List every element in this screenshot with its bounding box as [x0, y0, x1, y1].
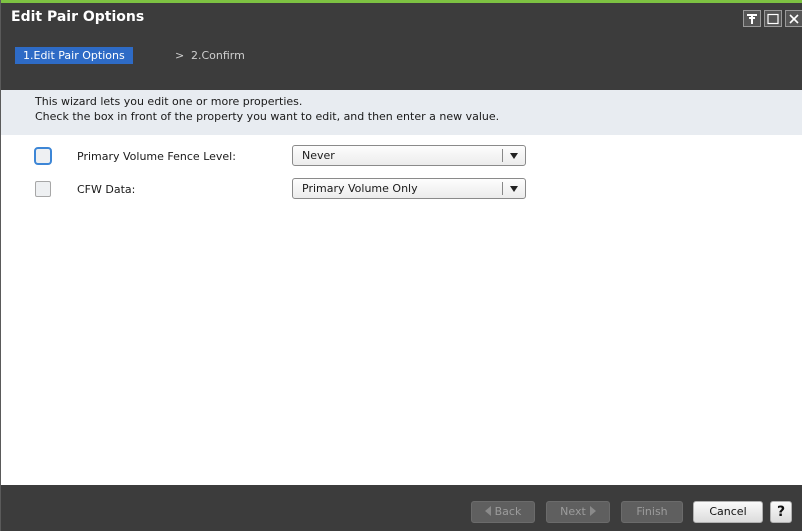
property-row-cfw-data: CFW Data: Primary Volume Only	[1, 178, 561, 202]
dialog-footer: Back Next Finish Cancel ?	[1, 485, 802, 531]
back-label: Back	[494, 505, 522, 518]
finish-label: Finish	[636, 505, 668, 518]
wizard-steps: 1.Edit Pair Options > 2.Confirm	[1, 43, 802, 90]
chevron-left-icon	[484, 506, 491, 516]
next-label: Next	[560, 505, 586, 518]
property-row-fence-level: Primary Volume Fence Level: Never	[1, 145, 561, 169]
close-button[interactable]	[785, 10, 802, 27]
close-icon	[789, 13, 799, 24]
cfw-data-label: CFW Data:	[77, 183, 136, 196]
dialog-title: Edit Pair Options	[11, 9, 145, 25]
title-bar[interactable]: Edit Pair Options	[1, 3, 802, 43]
pin-button[interactable]	[743, 10, 761, 27]
maximize-icon	[767, 13, 779, 24]
edit-pair-options-dialog: Edit Pair Options 1.Edit Pair Options > …	[0, 0, 802, 531]
fence-level-checkbox[interactable]	[34, 147, 52, 165]
help-icon: ?	[776, 504, 786, 520]
select-divider	[502, 149, 503, 162]
step-separator: >	[175, 49, 185, 62]
fence-level-value: Never	[302, 149, 335, 162]
back-button[interactable]: Back	[471, 501, 535, 523]
step-edit-pair-options: 1.Edit Pair Options	[15, 47, 133, 64]
cancel-label: Cancel	[709, 505, 747, 518]
instructions-panel: This wizard lets you edit one or more pr…	[1, 90, 802, 135]
cancel-button[interactable]: Cancel	[693, 501, 763, 523]
fence-level-select[interactable]: Never	[292, 145, 526, 166]
chevron-down-icon	[510, 186, 518, 192]
cfw-data-value: Primary Volume Only	[302, 182, 418, 195]
instructions-line-2: Check the box in front of the property y…	[35, 110, 500, 123]
fence-level-label: Primary Volume Fence Level:	[77, 150, 236, 163]
cfw-data-select[interactable]: Primary Volume Only	[292, 178, 526, 199]
maximize-button[interactable]	[764, 10, 782, 27]
step-confirm: 2.Confirm	[191, 49, 245, 62]
help-button[interactable]: ?	[770, 501, 792, 523]
instructions-line-1: This wizard lets you edit one or more pr…	[35, 95, 303, 108]
select-divider	[502, 182, 503, 195]
chevron-down-icon	[510, 153, 518, 159]
next-button[interactable]: Next	[546, 501, 610, 523]
chevron-right-icon	[589, 506, 596, 516]
finish-button[interactable]: Finish	[621, 501, 683, 523]
cfw-data-checkbox[interactable]	[35, 181, 51, 197]
window-controls	[743, 10, 802, 27]
pin-icon	[747, 13, 757, 24]
